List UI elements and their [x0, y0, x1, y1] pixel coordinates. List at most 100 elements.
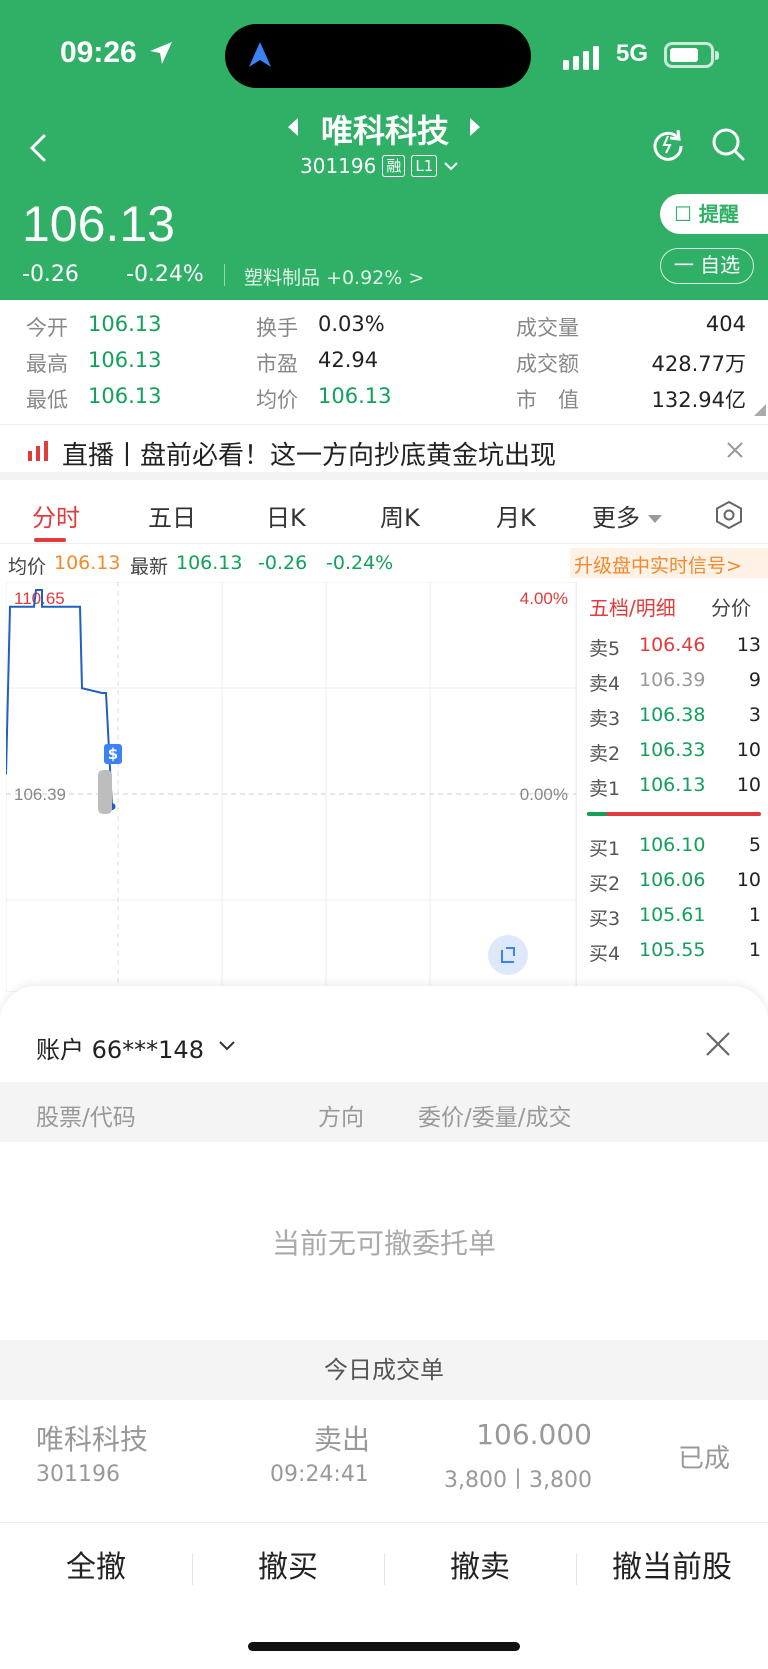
news-banner[interactable]: 直播丨盘前必看！这一方向抄底黄金坑出现	[0, 424, 768, 480]
stock-name: 唯科科技	[320, 112, 449, 150]
tab-price-distribution[interactable]: 分价	[711, 592, 751, 621]
settings-hex-icon[interactable]	[714, 500, 744, 530]
y-mid-pct-label: 0.00%	[520, 785, 568, 804]
battery-icon	[664, 42, 714, 68]
account-selector[interactable]: 账户 66***148	[36, 1030, 204, 1065]
stat-value: 106.13	[88, 384, 162, 408]
price-line	[6, 589, 113, 807]
tab-monthly-k[interactable]: 月K	[496, 498, 536, 533]
bid-label: 买3	[589, 908, 621, 930]
bid-price: 106.10	[639, 834, 706, 856]
tab-more[interactable]: 更多	[592, 498, 662, 533]
bid-label: 买1	[589, 838, 621, 860]
empty-orders-text: 当前无可撤委托单	[271, 1227, 496, 1260]
ask-qty: 10	[736, 774, 761, 796]
intraday-chart[interactable]: 110.65 106.39 4.00% 0.00% $	[6, 582, 576, 992]
trade-stock-code: 301196	[36, 1462, 120, 1487]
stat-value: 106.13	[318, 384, 392, 408]
trade-stock-name: 唯科科技	[36, 1423, 149, 1456]
next-stock-icon[interactable]	[470, 118, 480, 136]
navigation-arrow-icon	[249, 42, 271, 67]
tab-five-day[interactable]: 五日	[148, 498, 196, 533]
bid-price: 106.06	[639, 869, 706, 891]
ask-qty: 3	[748, 704, 761, 726]
ask-row: 卖4 106.39 9	[577, 669, 768, 703]
bid-qty: 5	[748, 834, 761, 856]
cancel-all-button[interactable]: 全撤	[0, 1523, 192, 1613]
quote-header: 09:26 5G 唯科科技 301196 融 L1 106.13 -0.26 -…	[0, 0, 768, 300]
stat-label: 成交额	[516, 352, 579, 376]
avg-label: 均价	[8, 556, 47, 578]
cancel-order-sheet: 账户 66***148 股票/代码 方向 委价/委量/成交 当前无可撤委托单 今…	[0, 986, 768, 1669]
y-mid-label: 106.39	[14, 785, 66, 804]
y-top-label: 110.65	[14, 589, 65, 608]
stats-grid: 今开 106.13 最高 106.13 最低 106.13 换手 0.03% 市…	[0, 300, 768, 420]
close-icon[interactable]	[704, 1030, 732, 1058]
refresh-icon[interactable]	[650, 126, 686, 162]
header-direction: 方向	[318, 1105, 364, 1131]
close-icon[interactable]	[726, 441, 744, 459]
divider	[224, 264, 225, 286]
sector-link[interactable]: 塑料制品 +0.92% >	[244, 263, 424, 290]
ask-price: 106.13	[639, 774, 706, 796]
expand-corner-icon[interactable]	[754, 404, 766, 416]
bid-qty: 10	[736, 869, 761, 891]
dynamic-island	[225, 24, 531, 88]
remind-button[interactable]: ☐ 提醒	[660, 194, 768, 234]
home-indicator[interactable]	[248, 1642, 520, 1651]
signal-icon	[563, 46, 599, 70]
stat-value: 404	[705, 312, 746, 336]
latest-change-pct: -0.24%	[326, 552, 394, 574]
stat-value: 106.13	[88, 348, 162, 372]
bid-row: 买4 105.55 1	[577, 939, 768, 973]
live-bars-icon	[28, 441, 48, 461]
price-change-pct: -0.24%	[126, 262, 204, 287]
ask-row: 卖1 106.13 10	[577, 774, 768, 808]
status-time: 09:26	[60, 36, 137, 69]
trade-row[interactable]: 唯科科技 301196 卖出 09:24:41 106.000 3,800丨3,…	[0, 1400, 768, 1510]
bid-qty: 1	[748, 939, 761, 961]
location-icon	[150, 42, 172, 64]
stat-value: 132.94亿	[651, 388, 746, 412]
cancel-buy-button[interactable]: 撤买	[192, 1523, 384, 1613]
order-book: 五档/明细 分价 卖5 106.46 13 卖4 106.39 9 卖3 106…	[576, 582, 768, 992]
stock-code-row[interactable]: 301196 融 L1	[300, 154, 459, 178]
tab-daily-k[interactable]: 日K	[266, 498, 306, 533]
chart-tabs: 分时 五日 日K 周K 月K 更多	[0, 488, 768, 544]
ask-price: 106.38	[639, 704, 706, 726]
tab-weekly-k[interactable]: 周K	[380, 498, 420, 533]
ask-row: 卖5 106.46 13	[577, 634, 768, 668]
stat-value: 106.13	[88, 312, 162, 336]
latest-value: 106.13	[176, 552, 243, 574]
watchlist-button[interactable]: 一 自选	[660, 248, 754, 284]
cancel-sell-button[interactable]: 撤卖	[384, 1523, 576, 1613]
action-bar: 全撤 撤买 撤卖 撤当前股	[0, 1522, 768, 1612]
battery-tip	[715, 51, 719, 60]
bid-qty: 1	[748, 904, 761, 926]
latest-change: -0.26	[258, 552, 308, 574]
ask-label: 卖2	[589, 743, 621, 765]
tab-order-book[interactable]: 五档/明细	[589, 592, 676, 621]
tab-more-label: 更多	[592, 504, 640, 532]
ask-qty: 10	[736, 739, 761, 761]
drag-handle	[98, 770, 112, 814]
dollar-marker-text: $	[108, 745, 118, 763]
stat-label: 今开	[26, 316, 68, 340]
header-stock: 股票/代码	[36, 1105, 136, 1131]
tab-underline	[34, 538, 66, 542]
trade-price: 106.000	[476, 1418, 592, 1451]
bid-label: 买2	[589, 873, 621, 895]
upgrade-signal-link[interactable]: 升级盘中实时信号>	[570, 548, 768, 578]
ask-label: 卖1	[589, 778, 621, 800]
bid-label: 买4	[589, 943, 621, 965]
back-arrow-icon[interactable]	[20, 128, 60, 168]
cancel-current-stock-button[interactable]: 撤当前股	[576, 1523, 768, 1613]
tab-intraday[interactable]: 分时	[32, 498, 80, 533]
ask-label: 卖5	[589, 638, 621, 660]
bid-row: 买2 106.06 10	[577, 869, 768, 903]
search-icon[interactable]	[710, 126, 746, 162]
margin-tag: 融	[382, 155, 406, 177]
ask-qty: 9	[748, 669, 761, 691]
chevron-down-icon[interactable]	[218, 1040, 236, 1052]
stat-label: 市盈	[256, 352, 298, 376]
